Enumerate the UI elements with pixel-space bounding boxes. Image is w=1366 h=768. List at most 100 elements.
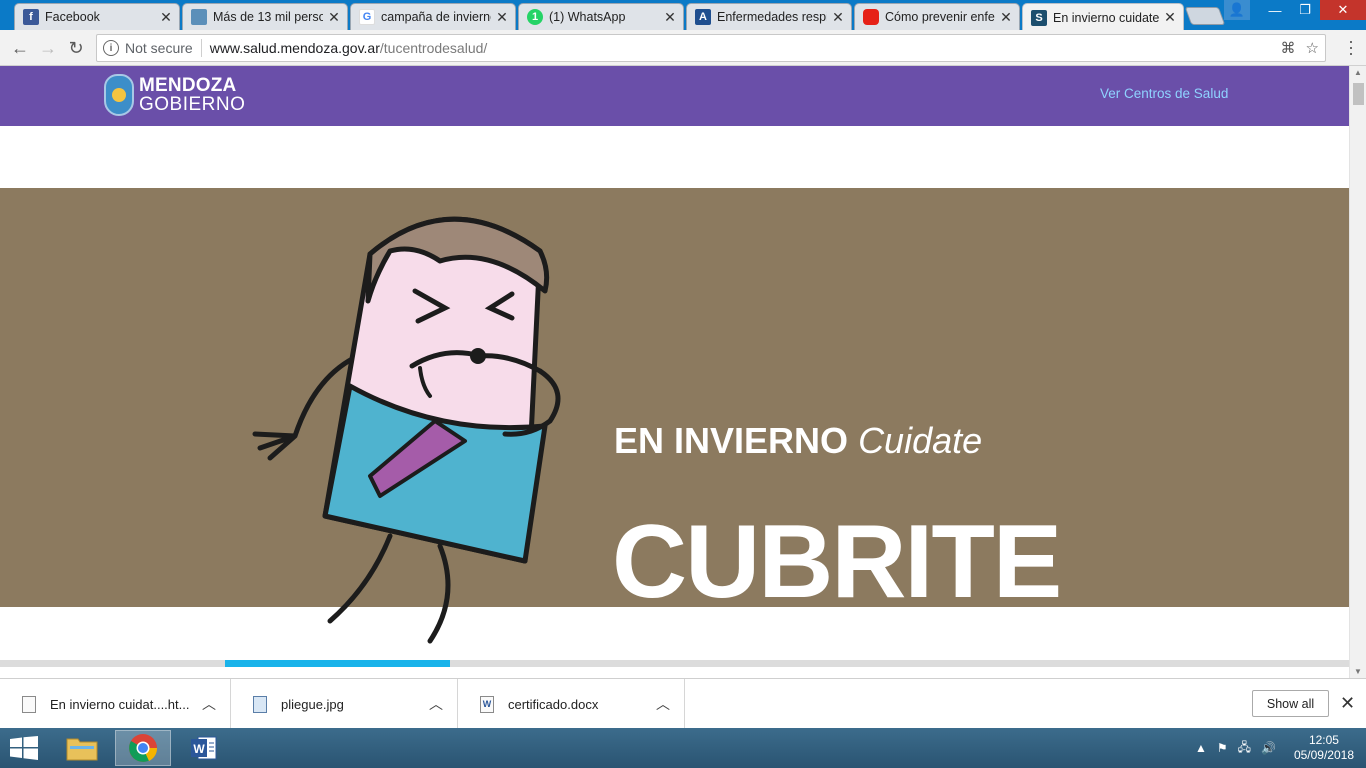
- chevron-up-icon[interactable]: ︿: [656, 694, 670, 714]
- network-icon[interactable]: 🖧: [1238, 738, 1251, 759]
- site-header: MENDOZA GOBIERNO Ver Centros de Salud: [0, 66, 1349, 126]
- translate-icon[interactable]: ⌘: [1281, 39, 1296, 57]
- whatsapp-icon: 1: [527, 9, 543, 25]
- tab-close-icon[interactable]: ✕: [1163, 9, 1177, 26]
- youtube-icon: [863, 9, 879, 25]
- banner-headline: CUBRITE: [612, 504, 1062, 620]
- tab-close-icon[interactable]: ✕: [831, 9, 845, 26]
- tab-enfermedades[interactable]: A Enfermedades respir ✕: [686, 3, 852, 30]
- tab-close-icon[interactable]: ✕: [663, 9, 677, 26]
- url-host: www.salud.mendoza.gov.ar: [209, 40, 380, 56]
- tab-title: Facebook: [45, 10, 100, 24]
- forward-arrow-icon[interactable]: →: [36, 36, 60, 60]
- word-taskbar-button[interactable]: W: [176, 730, 232, 766]
- campaign-banner: EN INVIERNO Cuidate CUBRITE al estornuda…: [0, 188, 1349, 678]
- tagline-italic: Cuidate: [858, 420, 983, 461]
- scroll-up-icon[interactable]: ▲: [1354, 68, 1362, 77]
- clock-date: 05/09/2018: [1293, 748, 1354, 762]
- download-filename: En invierno cuidat....ht...: [50, 696, 190, 712]
- file-explorer-taskbar-button[interactable]: [54, 730, 110, 766]
- svg-text:W: W: [193, 742, 205, 756]
- windows-start-icon[interactable]: [10, 736, 38, 760]
- tab-title: Más de 13 mil perso: [213, 10, 323, 24]
- word-file-icon: W: [480, 695, 494, 713]
- tab-title: Cómo prevenir enfer: [885, 10, 995, 24]
- tab-google-search[interactable]: G campaña de invierno ✕: [350, 3, 516, 30]
- tab-close-icon[interactable]: ✕: [495, 9, 509, 26]
- tagline-bold: EN INVIERNO: [614, 420, 849, 461]
- taskbar-clock[interactable]: 12:05 05/09/2018: [1294, 733, 1354, 763]
- close-window-button[interactable]: ✕: [1320, 0, 1366, 20]
- url-path: /tucentrodesalud/: [379, 40, 488, 56]
- tab-title: campaña de invierno: [381, 10, 491, 24]
- banner-tagline: EN INVIERNO Cuidate: [614, 420, 982, 462]
- new-tab-button[interactable]: [1184, 7, 1226, 25]
- windows-taskbar: W ▲ ⚑ 🖧 🔊 12:05 05/09/2018: [0, 728, 1366, 768]
- tab-title: (1) WhatsApp: [549, 10, 626, 24]
- site-favicon-icon: A: [695, 9, 711, 25]
- ver-centros-link[interactable]: Ver Centros de Salud: [1100, 86, 1228, 101]
- bookmark-star-icon[interactable]: ☆: [1306, 39, 1319, 57]
- tab-title: Enfermedades respir: [717, 10, 827, 24]
- download-shelf: En invierno cuidat....ht... ︿ pliegue.jp…: [0, 678, 1366, 729]
- tab-como-prevenir[interactable]: Cómo prevenir enfer ✕: [854, 3, 1020, 30]
- system-tray: ▲ ⚑ 🖧 🔊 12:05 05/09/2018: [1195, 728, 1354, 768]
- html-file-icon: [22, 695, 36, 713]
- download-filename: pliegue.jpg: [281, 696, 344, 712]
- scrollbar-thumb[interactable]: [1353, 83, 1364, 105]
- page-scrollbar[interactable]: ▲ ▼: [1349, 66, 1366, 678]
- show-all-downloads-button[interactable]: Show all: [1252, 690, 1329, 717]
- image-file-icon: [253, 695, 267, 713]
- facebook-icon: f: [23, 9, 39, 25]
- info-icon[interactable]: i: [103, 40, 119, 56]
- mendoza-logo[interactable]: MENDOZA GOBIERNO: [104, 74, 245, 116]
- tab-mas-de-13-mil[interactable]: Más de 13 mil perso ✕: [182, 3, 348, 30]
- banner-subtext: al estornudar o toser.: [620, 608, 1010, 678]
- volume-icon[interactable]: 🔊: [1261, 741, 1276, 755]
- reload-icon[interactable]: ↻: [64, 36, 88, 60]
- tab-close-icon[interactable]: ✕: [999, 9, 1013, 26]
- tab-strip: f Facebook ✕ Más de 13 mil perso ✕ G cam…: [0, 0, 1366, 31]
- address-bar[interactable]: i Not secure www.salud.mendoza.gov.ar/tu…: [96, 34, 1326, 62]
- carousel-progress-bar[interactable]: [0, 660, 1349, 667]
- tab-close-icon[interactable]: ✕: [159, 9, 173, 26]
- folder-icon: [66, 738, 98, 761]
- tab-facebook[interactable]: f Facebook ✕: [14, 3, 180, 30]
- chevron-up-icon[interactable]: ︿: [429, 694, 443, 714]
- tab-en-invierno-active[interactable]: S En invierno cuidate ✕: [1022, 3, 1184, 31]
- browser-toolbar: ← → ↻ i Not secure www.salud.mendoza.gov…: [0, 30, 1366, 66]
- window-controls: 👤 — ❐ ✕: [1224, 0, 1366, 20]
- tab-whatsapp[interactable]: 1 (1) WhatsApp ✕: [518, 3, 684, 30]
- tray-expand-icon[interactable]: ▲: [1195, 741, 1207, 755]
- google-icon: G: [359, 9, 375, 25]
- carousel-progress-active: [224, 660, 450, 667]
- word-icon: W: [191, 736, 217, 760]
- restore-button[interactable]: ❐: [1290, 0, 1320, 20]
- chrome-menu-icon[interactable]: · · ·: [1346, 32, 1356, 62]
- logo-line2: GOBIERNO: [139, 94, 246, 115]
- clock-time: 12:05: [1308, 733, 1339, 747]
- close-shelf-icon[interactable]: ✕: [1340, 693, 1355, 714]
- logo-line1: MENDOZA: [139, 75, 237, 96]
- page-viewport: MENDOZA GOBIERNO Ver Centros de Salud EN…: [0, 66, 1349, 678]
- action-center-flag-icon[interactable]: ⚑: [1217, 741, 1228, 755]
- back-arrow-icon[interactable]: ←: [8, 36, 32, 60]
- site-favicon-icon: S: [1031, 9, 1047, 26]
- banner-sub-line1: al estornudar: [700, 609, 930, 650]
- security-label: Not secure: [125, 40, 193, 56]
- download-item[interactable]: En invierno cuidat....ht... ︿: [0, 679, 231, 729]
- address-separator: [200, 39, 202, 57]
- tab-title: En invierno cuidate: [1053, 10, 1159, 25]
- site-favicon-icon: [191, 9, 207, 25]
- coat-of-arms-icon: [104, 74, 134, 116]
- user-profile-icon[interactable]: 👤: [1224, 0, 1250, 20]
- chrome-icon: [129, 734, 158, 762]
- download-filename: certificado.docx: [508, 696, 599, 712]
- minimize-button[interactable]: —: [1260, 0, 1290, 20]
- download-item[interactable]: W certificado.docx ︿: [458, 679, 685, 729]
- scroll-down-icon[interactable]: ▼: [1354, 667, 1362, 676]
- chevron-up-icon[interactable]: ︿: [202, 694, 216, 714]
- chrome-taskbar-button[interactable]: [115, 730, 171, 766]
- download-item[interactable]: pliegue.jpg ︿: [231, 679, 458, 729]
- tab-close-icon[interactable]: ✕: [327, 9, 341, 26]
